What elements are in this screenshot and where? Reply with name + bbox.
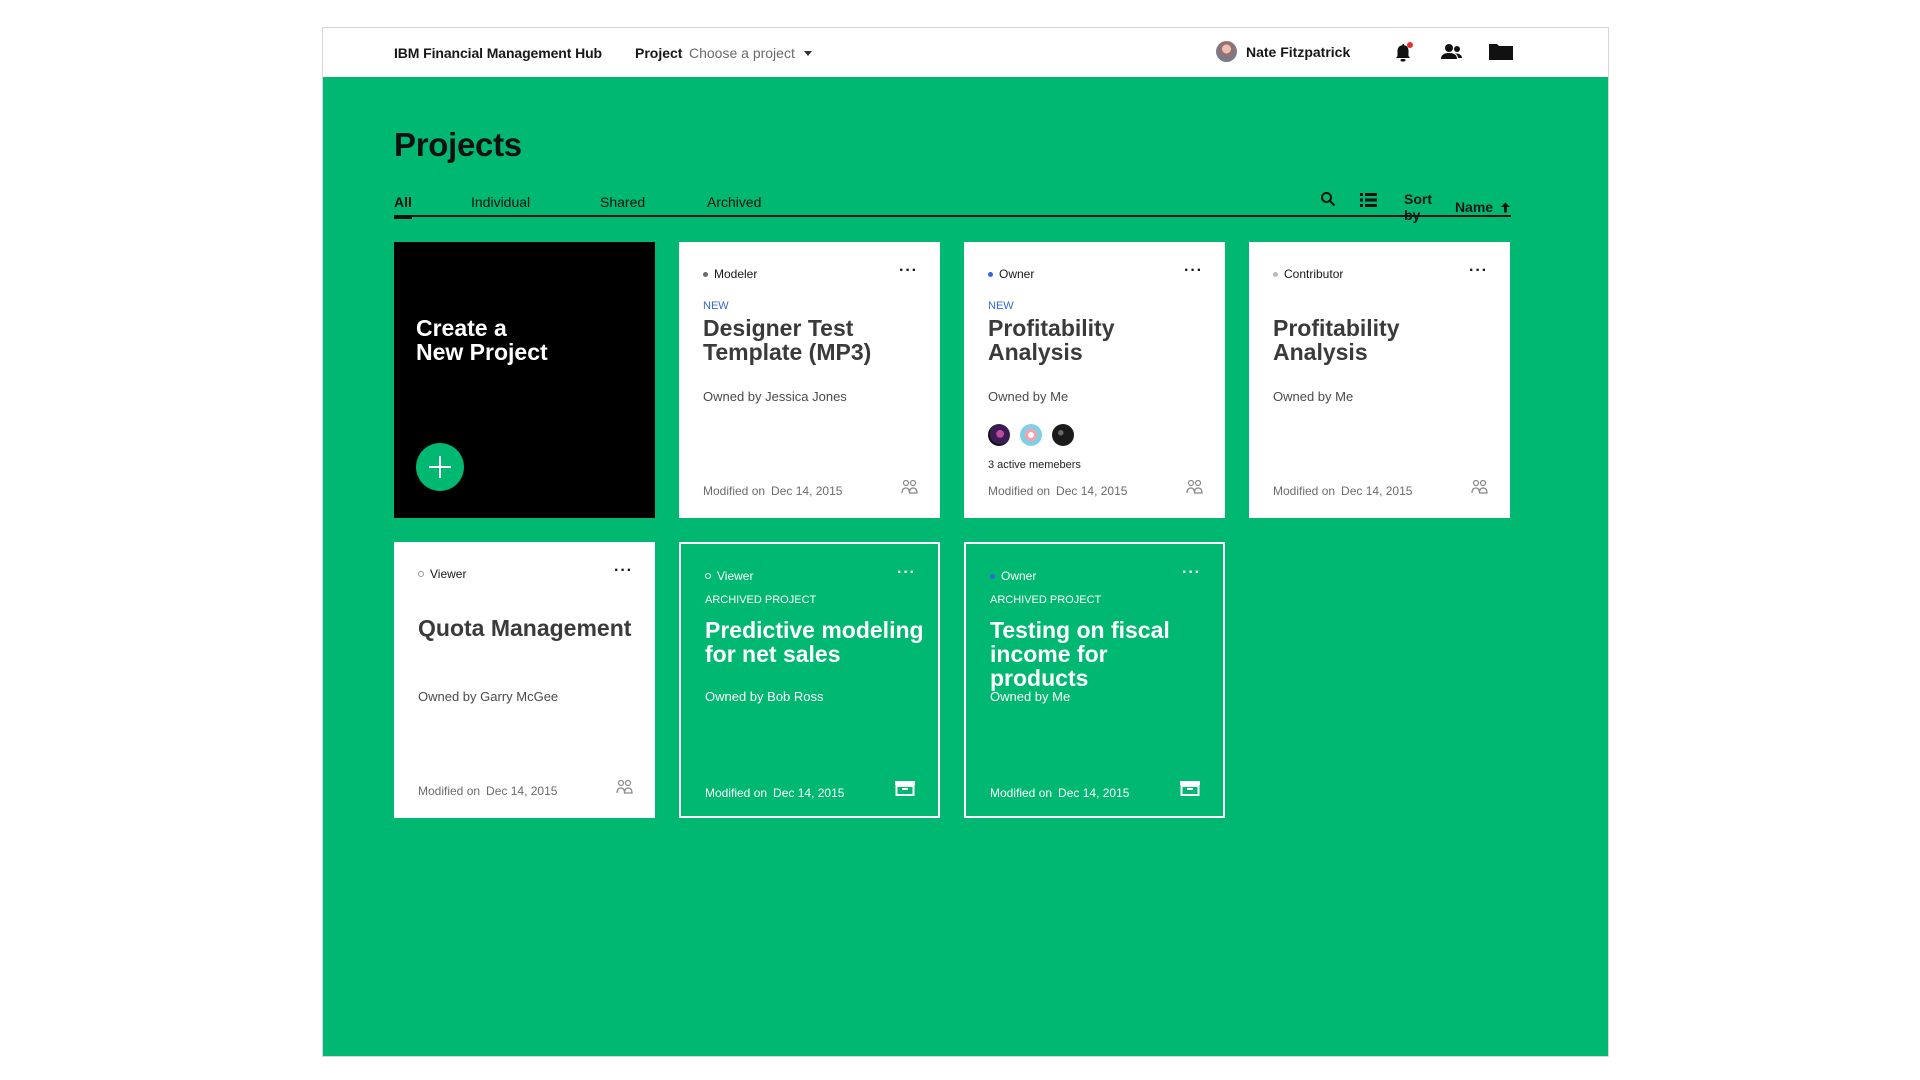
- avatar[interactable]: [1020, 424, 1042, 446]
- notification-dot: [1407, 42, 1413, 48]
- project-owner: Owned by Me: [988, 389, 1069, 404]
- project-owner: Owned by Me: [1273, 389, 1354, 404]
- project-title: Profitability Analysis: [1273, 315, 1400, 365]
- page-title: Projects: [394, 126, 522, 163]
- new-badge: NEW: [988, 300, 1014, 312]
- search-icon[interactable]: [1320, 191, 1336, 212]
- tab-all[interactable]: All: [394, 194, 412, 219]
- archive-box-icon[interactable]: [1179, 780, 1201, 801]
- more-options-icon[interactable]: ···: [899, 262, 918, 280]
- modified-date: Modified on Dec 14, 2015: [1273, 484, 1413, 498]
- project-title: Predictive modeling for net sales: [705, 617, 924, 667]
- create-project-title: Create a New Project: [416, 315, 548, 365]
- list-view-icon[interactable]: [1360, 193, 1377, 212]
- avatar[interactable]: [1052, 424, 1074, 446]
- more-options-icon[interactable]: ···: [1184, 262, 1203, 280]
- modified-date: Modified on Dec 14, 2015: [705, 786, 845, 800]
- archive-box-icon[interactable]: [894, 780, 916, 801]
- project-label: Project: [635, 45, 683, 61]
- sort-label: Sort by: [1404, 191, 1432, 223]
- shared-members-icon[interactable]: [616, 778, 633, 800]
- plus-icon[interactable]: [416, 443, 464, 491]
- tab-individual[interactable]: Individual: [471, 194, 530, 210]
- app-title[interactable]: IBM Financial Management Hub: [394, 45, 602, 61]
- avatar[interactable]: [988, 424, 1010, 446]
- role-dot-icon: [705, 573, 711, 579]
- archived-project-card[interactable]: Owner ··· ARCHIVED PROJECT Testing on fi…: [964, 542, 1225, 818]
- role-dot-icon: [990, 573, 995, 579]
- project-owner: Owned by Bob Ross: [705, 689, 824, 704]
- user-menu[interactable]: Nate Fitzpatrick: [1216, 41, 1350, 62]
- shared-members-icon[interactable]: [901, 478, 918, 500]
- archived-badge: ARCHIVED PROJECT: [990, 594, 1102, 606]
- filter-tabs: All Individual Shared Archived Sort by N…: [394, 191, 1511, 223]
- project-card[interactable]: Contributor ··· Profitability Analysis O…: [1249, 242, 1510, 518]
- project-owner: Owned by Me: [990, 689, 1071, 704]
- arrow-up-icon: [1500, 201, 1511, 213]
- project-owner: Owned by Jessica Jones: [703, 389, 847, 404]
- archived-badge: ARCHIVED PROJECT: [705, 594, 817, 606]
- top-bar: IBM Financial Management Hub Project Cho…: [323, 28, 1608, 77]
- app-frame: IBM Financial Management Hub Project Cho…: [322, 27, 1609, 1057]
- active-members-count: 3 active memebers: [988, 459, 1081, 471]
- avatar: [1216, 41, 1237, 62]
- role-label: Viewer: [705, 569, 753, 583]
- project-title: Designer Test Template (MP3): [703, 315, 872, 365]
- role-label: Viewer: [418, 567, 466, 581]
- shared-members-icon[interactable]: [1186, 478, 1203, 500]
- project-title: Testing on fiscal income for products: [990, 617, 1170, 691]
- bell-icon[interactable]: [1393, 42, 1413, 69]
- user-name: Nate Fitzpatrick: [1246, 43, 1351, 60]
- tab-shared[interactable]: Shared: [600, 194, 645, 210]
- project-title: Profitability Analysis: [988, 315, 1115, 365]
- project-card[interactable]: Viewer ··· Quota Management Owned by Gar…: [394, 542, 655, 818]
- tab-archived[interactable]: Archived: [707, 194, 761, 210]
- role-dot-icon: [1273, 271, 1278, 277]
- project-title: Quota Management: [418, 615, 632, 641]
- project-dropdown-value: Choose a project: [689, 45, 795, 61]
- new-badge: NEW: [703, 300, 729, 312]
- chevron-down-icon: [803, 50, 812, 56]
- modified-date: Modified on Dec 14, 2015: [703, 484, 843, 498]
- role-dot-icon: [988, 271, 993, 277]
- modified-date: Modified on Dec 14, 2015: [988, 484, 1128, 498]
- more-options-icon[interactable]: ···: [897, 564, 916, 582]
- role-label: Owner: [988, 267, 1034, 281]
- modified-date: Modified on Dec 14, 2015: [990, 786, 1130, 800]
- more-options-icon[interactable]: ···: [1182, 564, 1201, 582]
- modified-date: Modified on Dec 14, 2015: [418, 784, 558, 798]
- archived-project-card[interactable]: Viewer ··· ARCHIVED PROJECT Predictive m…: [679, 542, 940, 818]
- role-label: Owner: [990, 569, 1036, 583]
- role-label: Contributor: [1273, 267, 1343, 281]
- project-card[interactable]: Owner ··· NEW Profitability Analysis Own…: [964, 242, 1225, 518]
- project-dropdown[interactable]: Choose a project: [689, 45, 812, 61]
- member-avatars: [988, 424, 1074, 446]
- sort-control[interactable]: Sort by Name: [1404, 191, 1511, 223]
- role-label: Modeler: [703, 267, 757, 281]
- more-options-icon[interactable]: ···: [1469, 262, 1488, 280]
- project-owner: Owned by Garry McGee: [418, 689, 559, 704]
- sort-value: Name: [1454, 199, 1494, 215]
- role-dot-icon: [703, 271, 708, 277]
- more-options-icon[interactable]: ···: [614, 562, 633, 580]
- project-card[interactable]: Modeler ··· NEW Designer Test Template (…: [679, 242, 940, 518]
- create-project-card[interactable]: Create a New Project: [394, 242, 655, 518]
- role-dot-icon: [418, 571, 424, 577]
- people-icon[interactable]: [1440, 42, 1464, 67]
- shared-members-icon[interactable]: [1471, 478, 1488, 500]
- folder-icon[interactable]: [1488, 42, 1514, 67]
